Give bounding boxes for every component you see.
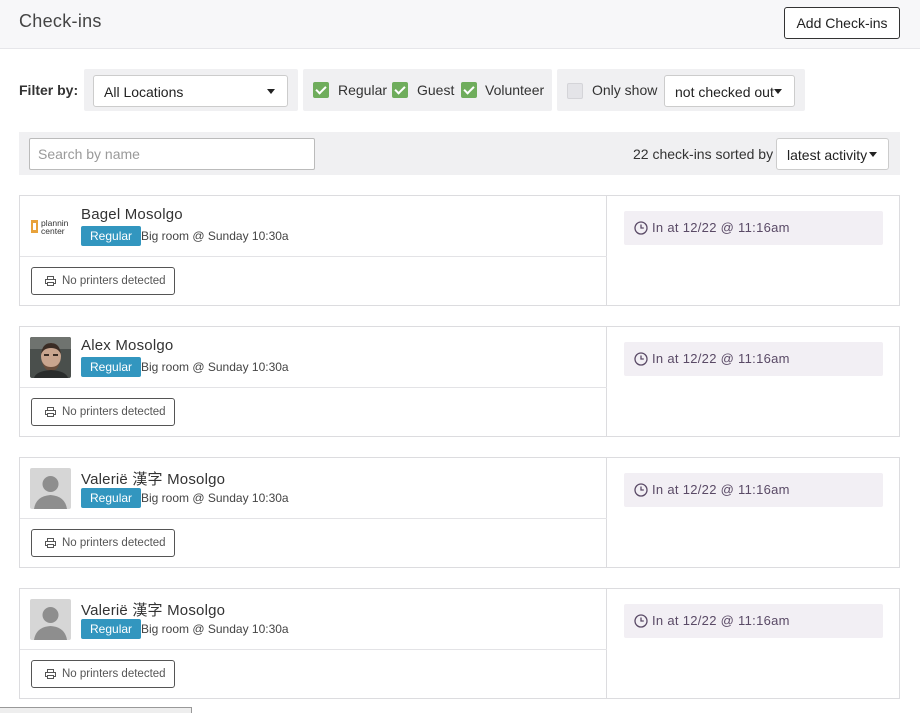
clock-icon bbox=[634, 614, 648, 628]
horizontal-scrollbar[interactable] bbox=[0, 707, 192, 713]
status-text: In at 12/22 @ 11:16am bbox=[652, 482, 790, 497]
clock-icon bbox=[634, 221, 648, 235]
print-button-label: No printers detected bbox=[62, 537, 166, 549]
print-button[interactable]: No printers detected bbox=[31, 660, 175, 688]
kind-badge: Regular bbox=[81, 488, 142, 508]
add-check-ins-button[interactable]: Add Check-ins bbox=[784, 7, 900, 39]
print-button[interactable]: No printers detected bbox=[31, 398, 175, 426]
print-button[interactable]: No printers detected bbox=[31, 529, 175, 557]
location-text: Big room @ Sunday 10:30a bbox=[141, 622, 289, 636]
regular-checkbox[interactable] bbox=[313, 82, 329, 98]
check-in-details: Valerië 漢字 Mosolgo Regular Big room @ Su… bbox=[20, 458, 607, 567]
print-button-label: No printers detected bbox=[62, 668, 166, 680]
check-in-status: In at 12/22 @ 11:16am bbox=[624, 604, 883, 638]
planning-center-logo: plannin center bbox=[30, 206, 71, 247]
divider bbox=[20, 387, 607, 388]
regular-checkbox-label: Regular bbox=[338, 82, 388, 98]
check-in-details: Alex Mosolgo Regular Big room @ Sunday 1… bbox=[20, 327, 607, 436]
location-select[interactable]: All Locations bbox=[93, 75, 288, 107]
printer-icon bbox=[45, 276, 56, 286]
clock-icon bbox=[634, 352, 648, 366]
divider bbox=[20, 256, 607, 257]
check-in-card: plannin center Bagel Mosolgo Regular Big… bbox=[19, 195, 900, 306]
check-in-card: Alex Mosolgo Regular Big room @ Sunday 1… bbox=[19, 326, 900, 437]
person-name[interactable]: Valerië 漢字 Mosolgo bbox=[81, 468, 225, 489]
page-title: Check-ins bbox=[19, 11, 102, 31]
kind-filter-group: Regular Guest Volunteer bbox=[303, 69, 552, 111]
only-show-checkbox[interactable] bbox=[567, 83, 583, 99]
sort-select[interactable]: latest activity bbox=[776, 138, 889, 170]
search-bar: 22 check-ins sorted by latest activity bbox=[19, 132, 900, 175]
check-in-status: In at 12/22 @ 11:16am bbox=[624, 342, 883, 376]
location-filter-group: All Locations bbox=[84, 69, 298, 111]
location-text: Big room @ Sunday 10:30a bbox=[141, 360, 289, 374]
status-text: In at 12/22 @ 11:16am bbox=[652, 220, 790, 235]
only-show-select-value: not checked out bbox=[675, 84, 774, 100]
only-show-label: Only show bbox=[592, 82, 658, 98]
guest-checkbox[interactable] bbox=[392, 82, 408, 98]
print-button-label: No printers detected bbox=[62, 406, 166, 418]
clock-icon bbox=[634, 483, 648, 497]
page-header: Check-ins Add Check-ins bbox=[0, 0, 920, 49]
status-filter-group: Only show not checked out bbox=[557, 69, 805, 111]
check-in-card: Valerië 漢字 Mosolgo Regular Big room @ Su… bbox=[19, 457, 900, 568]
print-button[interactable]: No printers detected bbox=[31, 267, 175, 295]
guest-checkbox-label: Guest bbox=[417, 82, 455, 98]
person-name[interactable]: Bagel Mosolgo bbox=[81, 206, 183, 223]
printer-icon bbox=[45, 407, 56, 417]
avatar-photo bbox=[30, 337, 71, 378]
kind-badge: Regular bbox=[81, 226, 142, 246]
check-in-details: plannin center Bagel Mosolgo Regular Big… bbox=[20, 196, 607, 305]
chevron-down-icon bbox=[774, 89, 782, 94]
person-name[interactable]: Alex Mosolgo bbox=[81, 337, 173, 354]
printer-icon bbox=[45, 669, 56, 679]
filter-label: Filter by: bbox=[19, 82, 79, 98]
search-input[interactable] bbox=[29, 138, 315, 170]
chevron-down-icon bbox=[869, 152, 877, 157]
default-avatar-icon bbox=[30, 599, 71, 640]
check-in-count: 22 check-ins sorted by bbox=[633, 146, 774, 162]
check-in-status: In at 12/22 @ 11:16am bbox=[624, 211, 883, 245]
sort-select-value: latest activity bbox=[787, 147, 868, 163]
status-text: In at 12/22 @ 11:16am bbox=[652, 351, 790, 366]
location-select-value: All Locations bbox=[104, 84, 184, 100]
chevron-down-icon bbox=[267, 89, 275, 94]
check-in-card: Valerië 漢字 Mosolgo Regular Big room @ Su… bbox=[19, 588, 900, 699]
kind-badge: Regular bbox=[81, 357, 142, 377]
only-show-select[interactable]: not checked out bbox=[664, 75, 795, 107]
divider bbox=[20, 649, 607, 650]
check-in-status: In at 12/22 @ 11:16am bbox=[624, 473, 883, 507]
check-in-details: Valerië 漢字 Mosolgo Regular Big room @ Su… bbox=[20, 589, 607, 698]
kind-badge: Regular bbox=[81, 619, 142, 639]
logo-text-line2: center bbox=[41, 226, 65, 236]
volunteer-checkbox[interactable] bbox=[461, 82, 477, 98]
divider bbox=[20, 518, 607, 519]
default-avatar-icon bbox=[30, 468, 71, 509]
print-button-label: No printers detected bbox=[62, 275, 166, 287]
volunteer-checkbox-label: Volunteer bbox=[485, 82, 545, 98]
printer-icon bbox=[45, 538, 56, 548]
person-name[interactable]: Valerië 漢字 Mosolgo bbox=[81, 599, 225, 620]
location-text: Big room @ Sunday 10:30a bbox=[141, 491, 289, 505]
status-text: In at 12/22 @ 11:16am bbox=[652, 613, 790, 628]
location-text: Big room @ Sunday 10:30a bbox=[141, 229, 289, 243]
